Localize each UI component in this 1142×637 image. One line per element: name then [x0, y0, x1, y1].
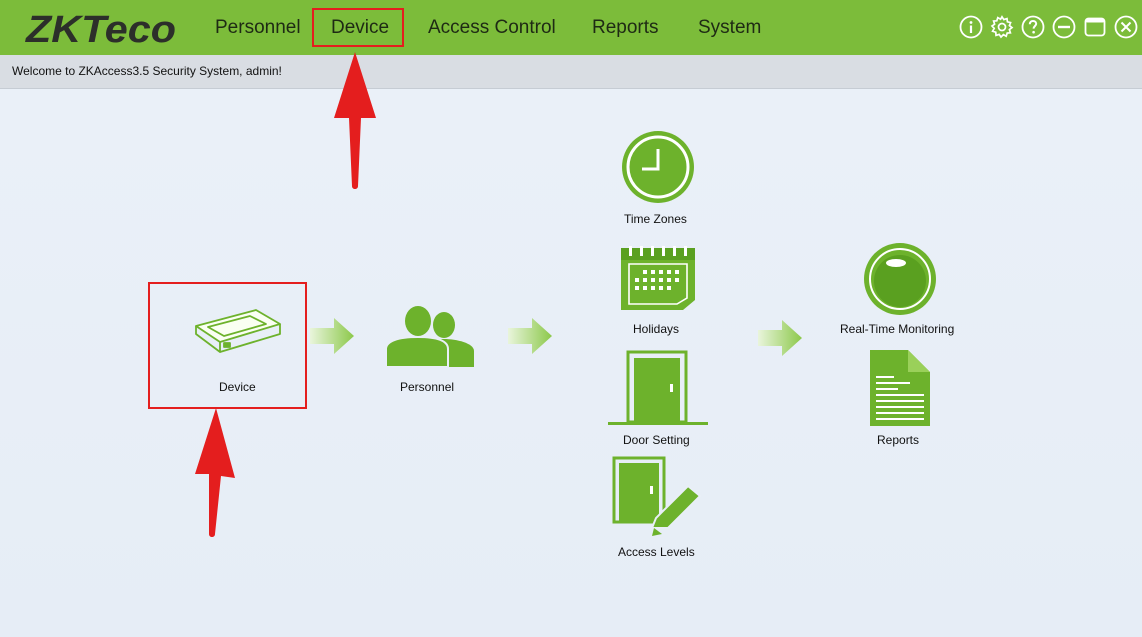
personnel-icon	[386, 306, 474, 367]
module-time-zones-label: Time Zones	[624, 212, 687, 226]
clock-icon	[622, 131, 694, 203]
menu-access-control[interactable]: Access Control	[428, 17, 556, 39]
annotation-arrow-up-icon	[195, 408, 235, 537]
annotation-highlight-device-module	[148, 282, 307, 409]
module-reports[interactable]	[868, 348, 932, 428]
close-icon[interactable]	[1114, 15, 1138, 39]
door-icon	[608, 350, 708, 425]
gear-icon[interactable]	[990, 15, 1014, 39]
logo-text: ZKTeco	[25, 9, 176, 50]
welcome-bar: Welcome to ZKAccess3.5 Security System, …	[0, 55, 1142, 89]
module-personnel-label: Personnel	[400, 380, 455, 394]
door-edit-icon	[612, 456, 702, 536]
flow-arrow-icon	[310, 318, 354, 354]
module-reports-label: Reports	[877, 433, 920, 447]
module-holidays-label: Holidays	[633, 322, 680, 336]
flow-arrow-icon	[508, 318, 552, 354]
menu-reports[interactable]: Reports	[592, 17, 659, 39]
document-icon	[870, 350, 930, 426]
module-time-zones[interactable]	[620, 129, 696, 205]
module-access-levels[interactable]	[612, 456, 704, 538]
module-personnel[interactable]	[386, 305, 474, 367]
annotation-highlight-device-menu	[312, 8, 404, 47]
maximize-icon[interactable]	[1083, 15, 1107, 39]
menu-system[interactable]: System	[698, 17, 761, 39]
minimize-icon[interactable]	[1052, 15, 1076, 39]
welcome-message: Welcome to ZKAccess3.5 Security System, …	[12, 64, 282, 78]
monitoring-icon	[864, 243, 936, 315]
module-door-setting-label: Door Setting	[623, 433, 690, 447]
calendar-icon	[621, 246, 695, 310]
menu-personnel[interactable]: Personnel	[215, 17, 301, 39]
module-real-time-monitoring[interactable]	[862, 241, 938, 317]
annotation-arrow-up-icon	[334, 52, 376, 189]
help-icon[interactable]	[1021, 15, 1045, 39]
module-door-setting[interactable]	[606, 350, 710, 426]
top-nav-bar: ZKTeco Personnel Device Access Control R…	[0, 0, 1142, 55]
zkteco-logo: ZKTeco	[25, 9, 176, 50]
flow-arrow-icon	[758, 320, 802, 356]
info-icon[interactable]	[959, 15, 983, 39]
module-holidays[interactable]	[619, 246, 697, 312]
module-access-levels-label: Access Levels	[618, 545, 695, 559]
module-real-time-monitoring-label: Real-Time Monitoring	[840, 322, 955, 336]
